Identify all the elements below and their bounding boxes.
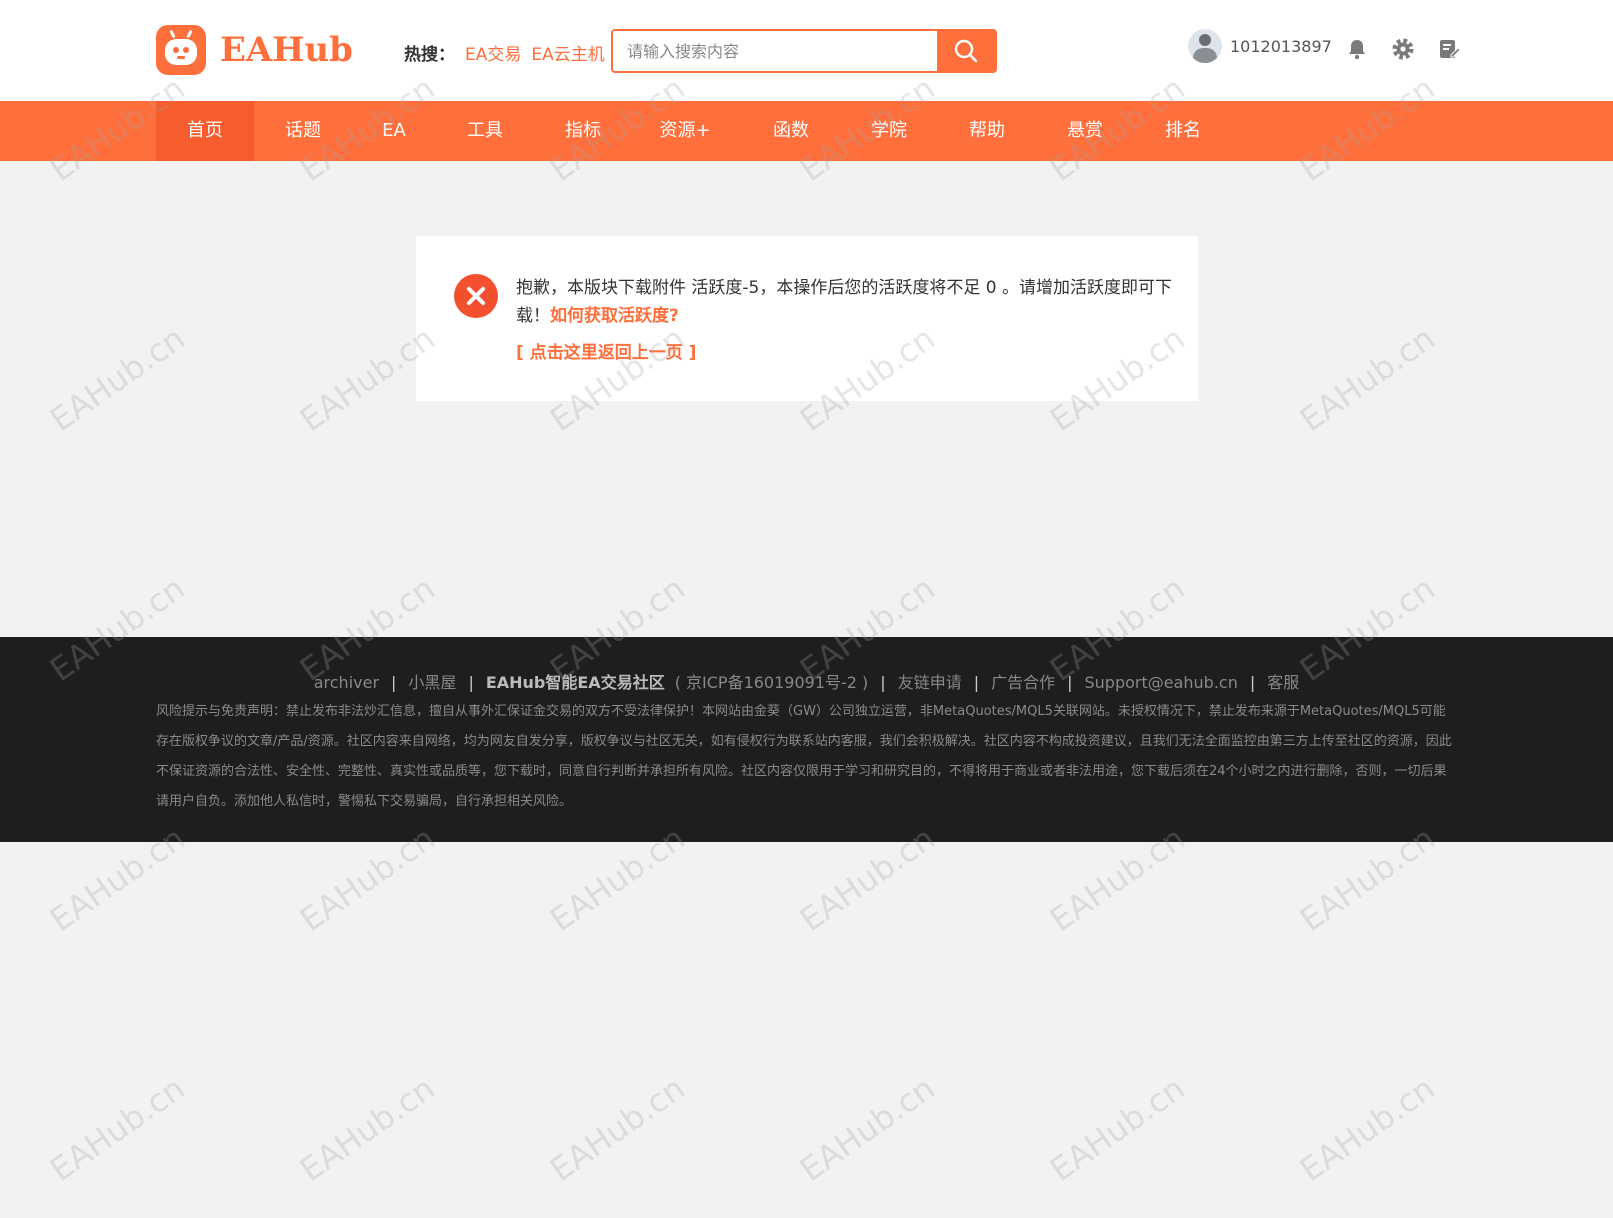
watermark: EAHub.cn	[1293, 319, 1442, 439]
search-box	[611, 29, 997, 73]
watermark: EAHub.cn	[543, 1069, 692, 1189]
watermark: EAHub.cn	[293, 1069, 442, 1189]
footer-links: archiver | 小黑屋 | EAHub智能EA交易社区( 京ICP备1601909…	[313, 673, 1300, 692]
search-icon	[954, 39, 978, 63]
nav-item-bounty[interactable]: 悬赏	[1036, 101, 1134, 161]
site-logo[interactable]: EAHub	[156, 25, 353, 75]
nav-item-ranking[interactable]: 排名	[1134, 101, 1232, 161]
bell-icon[interactable]	[1344, 36, 1370, 62]
site-header: EAHub 热搜： EA交易 EA云主机 1012013897	[0, 0, 1613, 101]
back-link[interactable]: [ 点击这里返回上一页 ]	[516, 338, 696, 363]
nav-item-resources[interactable]: 资源+	[632, 101, 738, 161]
watermark: EAHub.cn	[1293, 1069, 1442, 1189]
watermark: EAHub.cn	[43, 1069, 192, 1189]
site-footer: archiver | 小黑屋 | EAHub智能EA交易社区( 京ICP备1601909…	[0, 637, 1613, 842]
nav-item-tools[interactable]: 工具	[436, 101, 534, 161]
search-input[interactable]	[613, 31, 937, 71]
gear-icon[interactable]	[1390, 36, 1416, 62]
footer-link-service[interactable]: 客服	[1267, 673, 1299, 692]
nav-item-topics[interactable]: 话题	[254, 101, 352, 161]
footer-site-name[interactable]: EAHub智能EA交易社区	[486, 673, 665, 692]
watermark: EAHub.cn	[793, 1069, 942, 1189]
hot-link-ea-cloud[interactable]: EA云主机	[531, 40, 604, 65]
error-text: 抱歉，本版块下载附件 活跃度-5，本操作后您的活跃度将不足 0 。请增加活跃度即…	[516, 274, 1176, 330]
how-to-get-activity-link[interactable]: 如何获取活跃度?	[550, 306, 679, 326]
search-button[interactable]	[937, 31, 995, 71]
edit-icon[interactable]	[1436, 36, 1462, 62]
avatar[interactable]	[1188, 29, 1222, 63]
nav-item-help[interactable]: 帮助	[938, 101, 1036, 161]
nav-item-academy[interactable]: 学院	[840, 101, 938, 161]
error-message-box: 抱歉，本版块下载附件 活跃度-5，本操作后您的活跃度将不足 0 。请增加活跃度即…	[416, 236, 1198, 401]
robot-logo-icon	[156, 25, 206, 75]
footer-link-archiver[interactable]: archiver	[314, 673, 379, 692]
footer-icp[interactable]: ( 京ICP备16019091号-2 )	[675, 673, 869, 692]
footer-link-blacklist[interactable]: 小黑屋	[408, 673, 456, 692]
user-menu[interactable]: 1012013897	[1188, 29, 1332, 63]
nav-item-ea[interactable]: EA	[352, 101, 436, 161]
footer-disclaimer: 风险提示与免责声明：禁止发布非法炒汇信息，擅自从事外汇保证金交易的双方不受法律保…	[156, 704, 1452, 809]
footer-link-ads[interactable]: 广告合作	[991, 673, 1055, 692]
footer-link-support[interactable]: Support@eahub.cn	[1085, 673, 1238, 692]
watermark: EAHub.cn	[1043, 1069, 1192, 1189]
header-tools	[1344, 36, 1462, 62]
error-icon	[454, 274, 498, 318]
brand-name: EAHub	[220, 30, 353, 70]
main-nav: 首页 话题 EA 工具 指标 资源+ 函数 学院 帮助 悬赏 排名	[0, 101, 1613, 161]
hot-label: 热搜：	[404, 45, 455, 65]
watermark: EAHub.cn	[43, 319, 192, 439]
username[interactable]: 1012013897	[1230, 37, 1332, 56]
hot-searches: 热搜： EA交易 EA云主机	[404, 40, 605, 65]
nav-item-functions[interactable]: 函数	[742, 101, 840, 161]
hot-link-ea-trade[interactable]: EA交易	[465, 40, 521, 65]
nav-item-indicators[interactable]: 指标	[534, 101, 632, 161]
nav-item-home[interactable]: 首页	[156, 101, 254, 161]
footer-link-friends[interactable]: 友链申请	[898, 673, 962, 692]
